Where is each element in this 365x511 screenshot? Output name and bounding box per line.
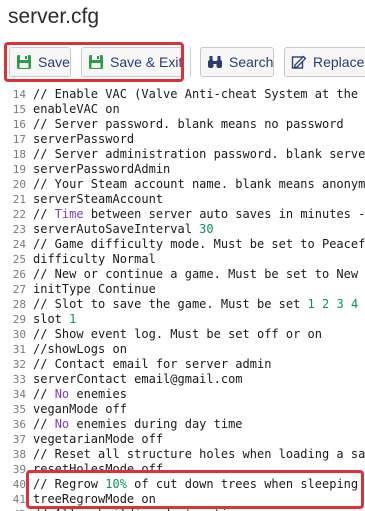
line-number: 18 bbox=[12, 148, 26, 161]
code-text: // No enemies bbox=[33, 387, 127, 401]
code-text: serverPassword bbox=[33, 132, 135, 146]
line-number: 25 bbox=[12, 253, 26, 266]
code-text: // New or continue a game. Must be set t… bbox=[33, 267, 365, 281]
toolbar-separator bbox=[190, 47, 191, 77]
line-number: 35 bbox=[12, 403, 26, 416]
code-text: // No enemies during day time bbox=[33, 417, 243, 431]
save-icon bbox=[17, 55, 31, 69]
code-editor[interactable]: 14 // Enable VAC (Valve Anti-cheat System… bbox=[0, 85, 365, 511]
code-text: // Show event log. Must be set off or on bbox=[33, 327, 322, 341]
line-number: 27 bbox=[12, 283, 26, 296]
line-number: 39 bbox=[12, 463, 26, 476]
line-number: 20 bbox=[12, 178, 26, 191]
save-and-exit-button[interactable]: Save & Exit bbox=[81, 47, 183, 77]
code-text: treeRegrowMode on bbox=[33, 492, 156, 506]
binoculars-icon bbox=[208, 56, 222, 68]
save-label: Save bbox=[38, 54, 70, 70]
window-title: server.cfg bbox=[8, 5, 100, 28]
line-number: 15 bbox=[12, 103, 26, 116]
code-text: // Regrow 10% of cut down trees when sle… bbox=[33, 477, 365, 491]
line-number: 38 bbox=[12, 448, 26, 461]
line-number: 29 bbox=[12, 313, 26, 326]
code-text: // Game difficulty mode. Must be set to … bbox=[33, 237, 365, 251]
code-text: enableVAC on bbox=[33, 102, 120, 116]
replace-button[interactable]: Replace bbox=[284, 47, 365, 77]
code-text: serverAutoSaveInterval 30 bbox=[33, 222, 214, 236]
line-number: 19 bbox=[12, 163, 26, 176]
replace-icon bbox=[291, 55, 307, 69]
code-text: // Your Steam account name. blank means … bbox=[33, 177, 365, 191]
code-text: serverPasswordAdmin bbox=[33, 162, 171, 176]
code-text: initType Continue bbox=[33, 282, 156, 296]
code-text: veganMode off bbox=[33, 402, 127, 416]
replace-label: Replace bbox=[313, 54, 365, 70]
line-number: 40 bbox=[12, 478, 26, 491]
line-number: 26 bbox=[12, 268, 26, 281]
search-label: Search bbox=[229, 54, 274, 70]
search-button[interactable]: Search bbox=[200, 47, 274, 77]
line-number: 41 bbox=[12, 493, 26, 506]
line-number: 36 bbox=[12, 418, 26, 431]
save-button[interactable]: Save bbox=[9, 47, 71, 77]
line-number: 16 bbox=[12, 118, 26, 131]
save-icon bbox=[89, 55, 103, 69]
line-number: 17 bbox=[12, 133, 26, 146]
code-text: // Slot to save the game. Must be set 1 … bbox=[33, 297, 359, 311]
line-number: 37 bbox=[12, 433, 26, 446]
line-number: 32 bbox=[12, 358, 26, 371]
code-text: // Server administration password. blank… bbox=[33, 147, 365, 161]
line-number: 23 bbox=[12, 223, 26, 236]
code-text: // Contact email for server admin bbox=[33, 357, 272, 371]
line-number: 31 bbox=[12, 343, 26, 356]
code-text: slot 1 bbox=[33, 312, 77, 326]
line-number: 24 bbox=[12, 238, 26, 251]
line-number: 33 bbox=[12, 373, 26, 386]
line-number: 14 bbox=[12, 88, 26, 101]
line-number: 30 bbox=[12, 328, 26, 341]
code-text: //showLogs on bbox=[33, 342, 127, 356]
code-text: // Enable VAC (Valve Anti-cheat System a… bbox=[33, 87, 365, 101]
code-text: // Allow building destruction bbox=[33, 507, 243, 511]
line-number: 28 bbox=[12, 298, 26, 311]
code-text: // Reset all structure holes when loadin… bbox=[33, 447, 365, 461]
code-text: // Server password. blank means no passw… bbox=[33, 117, 344, 131]
code-text: resetHolesMode off bbox=[33, 462, 164, 476]
code-text: serverSteamAccount bbox=[33, 192, 164, 206]
code-text: // Time between server auto saves in min… bbox=[33, 207, 365, 221]
code-text: difficulty Normal bbox=[33, 252, 156, 266]
code-text: vegetarianMode off bbox=[33, 432, 164, 446]
line-number: 42 bbox=[0, 507, 26, 511]
code-text: serverContact email@gmail.com bbox=[33, 372, 243, 386]
save-and-exit-label: Save & Exit bbox=[110, 54, 183, 70]
line-number: 22 bbox=[12, 208, 26, 221]
line-number: 21 bbox=[12, 193, 26, 206]
line-number: 34 bbox=[12, 388, 26, 401]
toolbar: Save Save & Exit Search Replace bbox=[0, 40, 365, 84]
